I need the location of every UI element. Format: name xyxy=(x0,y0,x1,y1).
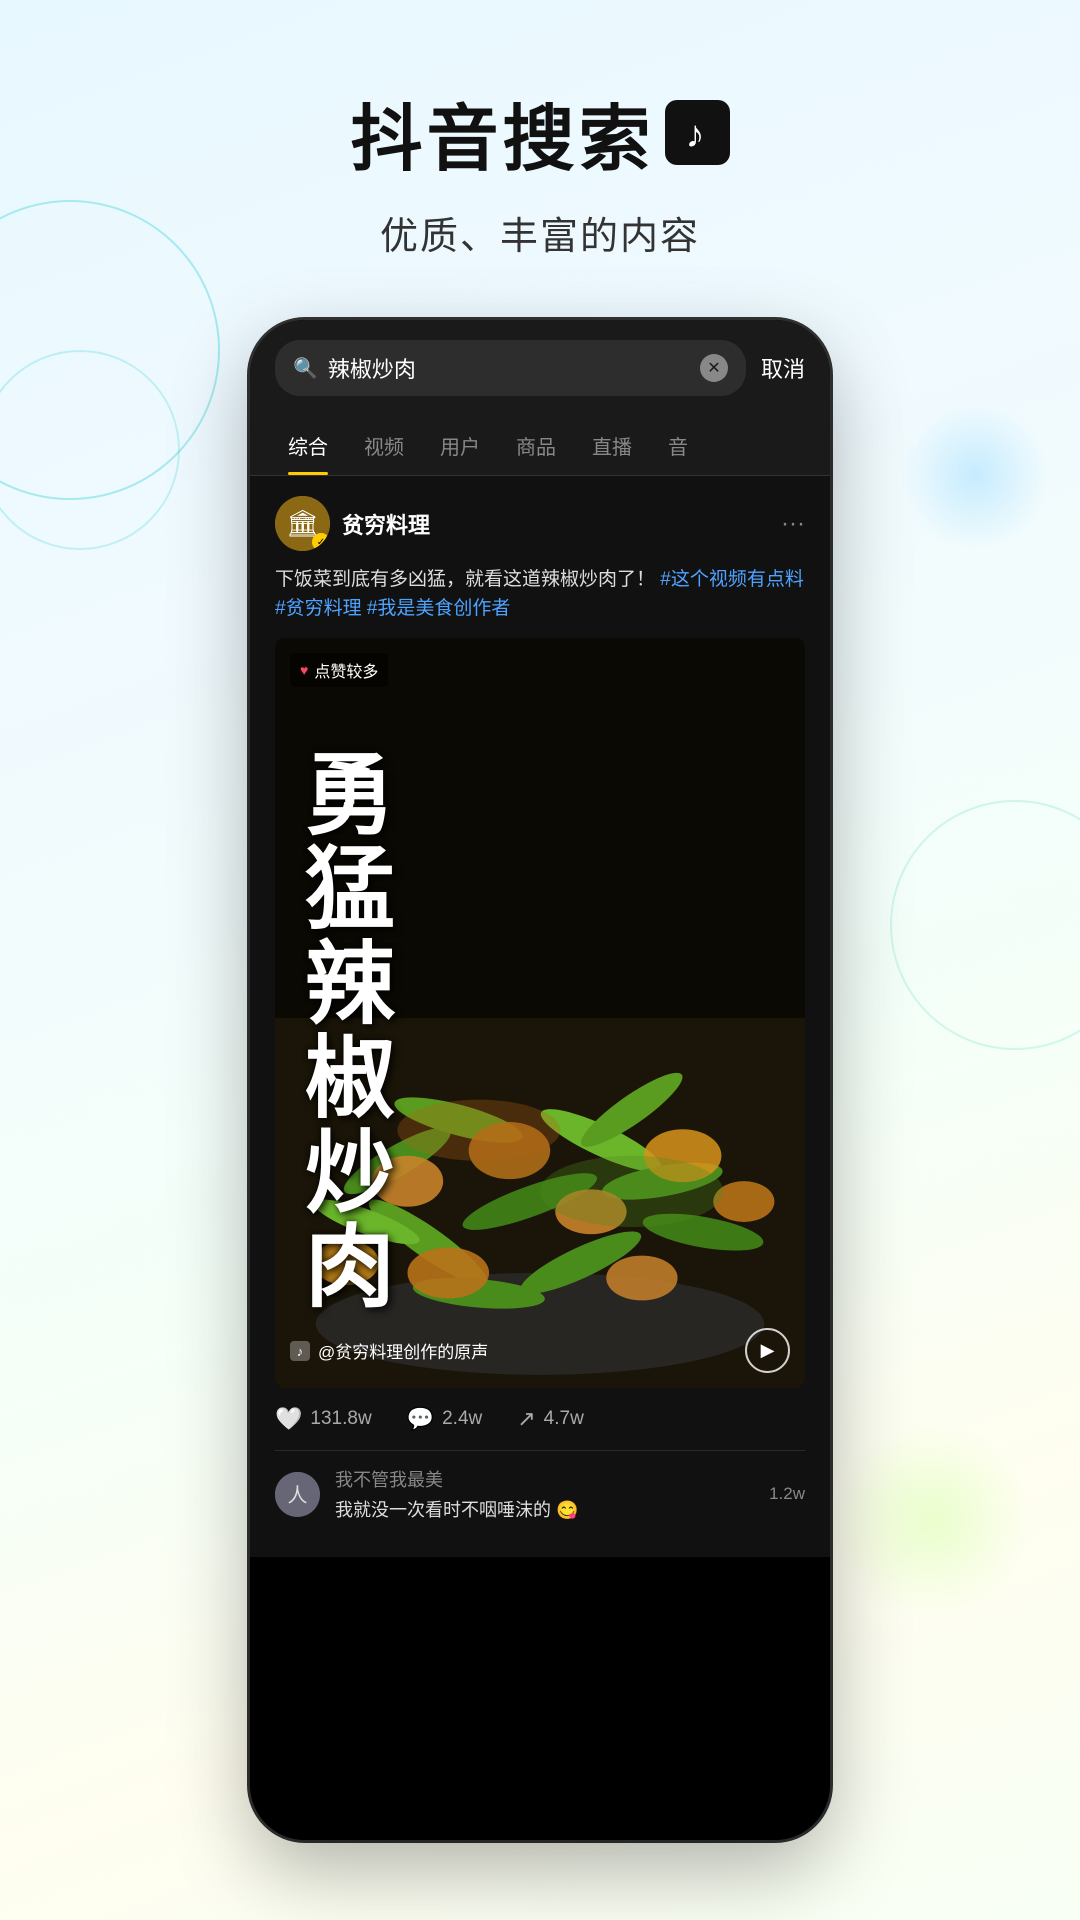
svg-text:♪: ♪ xyxy=(685,114,708,156)
tab-product[interactable]: 商品 xyxy=(498,416,574,475)
header-subtitle: 优质、丰富的内容 xyxy=(0,205,1080,260)
commenter-name: 我不管我最美 xyxy=(335,1466,754,1492)
tab-audio[interactable]: 音 xyxy=(650,416,706,475)
video-source-text: @贫穷料理创作的原声 xyxy=(318,1338,488,1363)
user-info: 🏛 ✓ 贫穷料理 xyxy=(275,496,430,551)
cancel-search-button[interactable]: 取消 xyxy=(761,352,805,384)
tab-comprehensive[interactable]: 综合 xyxy=(270,416,346,475)
comments-count: 2.4w xyxy=(442,1408,482,1430)
share-stat-icon: ↗ xyxy=(517,1406,535,1432)
phone-mockup: 🔍 辣椒炒肉 ✕ 取消 综合 视频 用户 商品 xyxy=(250,320,830,1840)
comment-stat-icon: 💬 xyxy=(407,1406,434,1432)
tiktok-logo-icon: ♪ xyxy=(665,100,730,165)
clear-search-button[interactable]: ✕ xyxy=(700,354,728,382)
shares-count: 4.7w xyxy=(544,1408,584,1430)
username[interactable]: 贫穷料理 xyxy=(342,508,430,540)
search-query-text: 辣椒炒肉 xyxy=(328,352,690,384)
search-bar-area: 🔍 辣椒炒肉 ✕ 取消 xyxy=(250,320,830,416)
stats-row: 🤍 131.8w 💬 2.4w ↗ 4.7w xyxy=(275,1388,805,1451)
comment-likes-count: 1.2w xyxy=(769,1484,805,1504)
comment-preview: 人 我不管我最美 我就没一次看时不咽唾沫的 😋 1.2w xyxy=(275,1451,805,1537)
verified-badge: ✓ xyxy=(312,533,330,551)
search-icon: 🔍 xyxy=(293,356,318,381)
calligraphy-overlay: 勇猛辣椒炒肉 xyxy=(275,638,805,1388)
likes-count: 131.8w xyxy=(310,1408,371,1430)
tab-user[interactable]: 用户 xyxy=(422,416,498,475)
bg-decoration-circle-3 xyxy=(890,800,1080,1050)
stat-comments[interactable]: 💬 2.4w xyxy=(407,1406,483,1432)
phone-screen: 🔍 辣椒炒肉 ✕ 取消 综合 视频 用户 商品 xyxy=(250,320,830,1840)
user-row: 🏛 ✓ 贫穷料理 ··· xyxy=(275,496,805,551)
commenter-avatar: 人 xyxy=(275,1472,320,1517)
phone-frame: 🔍 辣椒炒肉 ✕ 取消 综合 视频 用户 商品 xyxy=(250,320,830,1840)
play-button[interactable]: ▶ xyxy=(745,1328,790,1373)
comment-text: 我就没一次看时不咽唾沫的 😋 xyxy=(335,1496,754,1522)
comment-content: 我不管我最美 我就没一次看时不咽唾沫的 😋 xyxy=(335,1466,754,1522)
calligraphy-text: 勇猛辣椒炒肉 xyxy=(305,750,393,1317)
avatar: 🏛 ✓ xyxy=(275,496,330,551)
tab-live[interactable]: 直播 xyxy=(574,416,650,475)
stat-shares[interactable]: ↗ 4.7w xyxy=(517,1406,584,1432)
post-text-normal: 下饭菜到底有多凶猛，就看这道辣椒炒肉了！ xyxy=(275,569,655,590)
tab-video[interactable]: 视频 xyxy=(346,416,422,475)
stat-likes[interactable]: 🤍 131.8w xyxy=(275,1406,372,1432)
svg-text:♪: ♪ xyxy=(297,1344,304,1359)
tiktok-brand-icon: ♪ xyxy=(290,1341,310,1361)
svg-text:🏛: 🏛 xyxy=(286,508,319,538)
more-options-button[interactable]: ··· xyxy=(781,510,805,538)
app-title: 抖音搜索 xyxy=(350,80,654,185)
content-area: 🏛 ✓ 贫穷料理 ··· 下饭菜到底有多凶猛，就看这道辣椒炒肉了！ #这个视频有… xyxy=(250,476,830,1557)
video-thumbnail[interactable]: ♥ 点赞较多 勇猛辣椒炒肉 ♪ @贫 xyxy=(275,638,805,1388)
bg-blob-blue xyxy=(900,400,1050,550)
svg-text:人: 人 xyxy=(288,1484,308,1507)
tab-bar: 综合 视频 用户 商品 直播 音 xyxy=(250,416,830,476)
video-bottom: ♪ @贫穷料理创作的原声 ▶ xyxy=(275,1328,805,1373)
heart-stat-icon: 🤍 xyxy=(275,1406,302,1432)
bg-blob-yellow xyxy=(830,1420,1030,1620)
header-section: 抖音搜索 ♪ 优质、丰富的内容 xyxy=(0,0,1080,260)
video-source: ♪ @贫穷料理创作的原声 xyxy=(290,1338,488,1363)
app-title-row: 抖音搜索 ♪ xyxy=(0,80,1080,185)
search-input-wrapper[interactable]: 🔍 辣椒炒肉 ✕ xyxy=(275,340,746,396)
post-text: 下饭菜到底有多凶猛，就看这道辣椒炒肉了！ #这个视频有点料 #贫穷料理 #我是美… xyxy=(275,566,805,623)
